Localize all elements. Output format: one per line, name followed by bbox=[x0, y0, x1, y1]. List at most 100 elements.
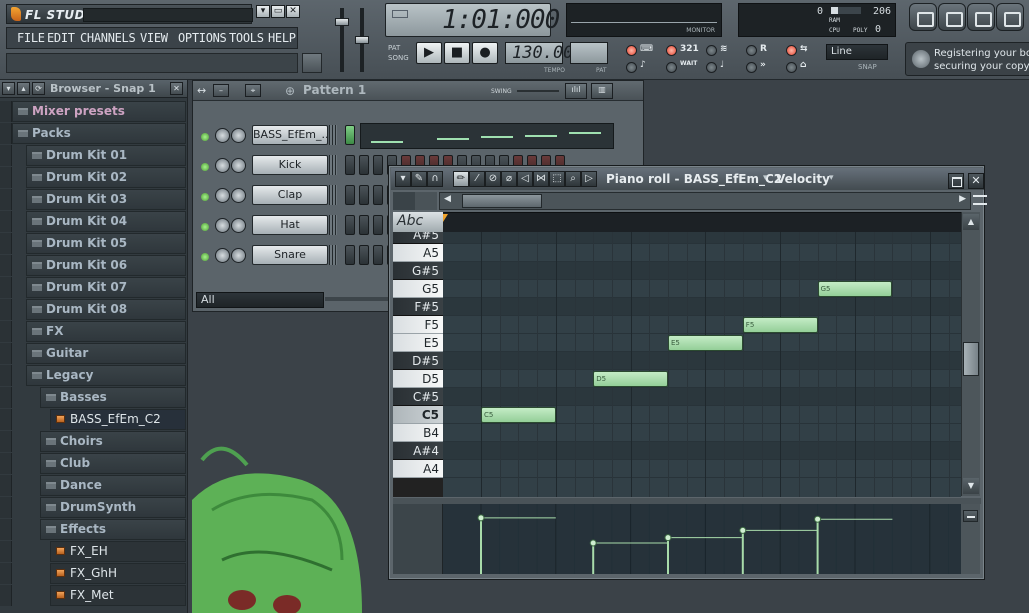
pattern-number-display[interactable] bbox=[570, 42, 608, 64]
note-block[interactable]: G5 bbox=[817, 281, 893, 297]
channel-select-grip[interactable] bbox=[329, 215, 337, 235]
channel-volume-knob[interactable] bbox=[231, 248, 246, 263]
wait-led[interactable] bbox=[666, 62, 677, 73]
pitch-scrollbar-thumb[interactable] bbox=[963, 342, 979, 376]
menu-options[interactable]: OPTIONS bbox=[178, 31, 227, 45]
master-volume-handle[interactable] bbox=[335, 18, 349, 26]
browser-folder-item[interactable]: Legacy bbox=[0, 365, 187, 386]
channel-name-button[interactable]: Hat bbox=[252, 215, 328, 235]
step-button[interactable] bbox=[359, 215, 369, 235]
channel-filter-select[interactable]: All bbox=[196, 292, 324, 308]
velocity-event-editor[interactable] bbox=[443, 504, 987, 574]
channel-select-led[interactable] bbox=[345, 125, 355, 145]
playhead-marker-icon[interactable] bbox=[443, 214, 451, 222]
countdown-led[interactable] bbox=[666, 45, 677, 56]
menu-channels[interactable]: CHANNELS bbox=[80, 31, 136, 45]
browser-folder-item[interactable]: Drum Kit 06 bbox=[0, 255, 187, 276]
swing-slider[interactable] bbox=[517, 90, 559, 92]
title-dropdown-icon[interactable]: ▾ bbox=[763, 173, 768, 183]
step-button[interactable] bbox=[373, 215, 383, 235]
step-button[interactable] bbox=[373, 185, 383, 205]
select-tool-icon[interactable]: ⬚ bbox=[549, 171, 565, 187]
song-mode-icon[interactable]: ⌂ bbox=[800, 60, 806, 71]
piano-roll-menu-icon[interactable]: ▾ bbox=[395, 171, 411, 187]
step-editing-led[interactable] bbox=[706, 62, 717, 73]
slice-tool-icon[interactable]: ⋈ bbox=[533, 171, 549, 187]
scroll-led[interactable] bbox=[746, 62, 757, 73]
velocity-handle[interactable] bbox=[589, 539, 597, 547]
channel-select-grip[interactable] bbox=[329, 125, 337, 145]
step-sequencer-window-icon[interactable] bbox=[938, 3, 966, 31]
piano-key[interactable]: G#5 bbox=[393, 262, 443, 280]
scroll-left-icon[interactable]: ◀ bbox=[444, 194, 451, 204]
typing-keyboard-led[interactable] bbox=[626, 45, 637, 56]
note-grid[interactable]: C5 D5 E5 F5 G5 bbox=[443, 232, 961, 497]
browser-folder-item[interactable]: DrumSynth bbox=[0, 497, 187, 518]
channel-pan-knob[interactable] bbox=[215, 158, 230, 173]
song-position-display[interactable]: 1:01:000 bbox=[385, 3, 560, 37]
channel-pan-knob[interactable] bbox=[215, 218, 230, 233]
rack-view-icon[interactable]: – bbox=[213, 84, 229, 97]
speaker-tool-icon[interactable]: ◁ bbox=[517, 171, 533, 187]
browser-folder-item[interactable]: Drum Kit 02 bbox=[0, 167, 187, 188]
piano-key[interactable]: B4 bbox=[393, 424, 443, 442]
piano-key[interactable]: E5 bbox=[393, 334, 443, 352]
tempo-display[interactable]: 130.000 bbox=[505, 42, 584, 64]
loop-recording-icon[interactable]: R bbox=[760, 44, 767, 55]
browser-folder-item[interactable]: Drum Kit 01 bbox=[0, 145, 187, 166]
step-button[interactable] bbox=[345, 245, 355, 265]
maximize-icon[interactable] bbox=[948, 173, 964, 189]
browser-folder-item[interactable]: Guitar bbox=[0, 343, 187, 364]
wait-label[interactable]: WAIT bbox=[680, 60, 697, 71]
browser-folder-item[interactable]: Club bbox=[0, 453, 187, 474]
channel-pan-knob[interactable] bbox=[215, 248, 230, 263]
playlist-window-icon[interactable] bbox=[909, 3, 937, 31]
menu-help[interactable]: HELP bbox=[268, 31, 296, 45]
song-mode-label[interactable]: SONG bbox=[388, 54, 409, 62]
channel-mute-led[interactable] bbox=[201, 223, 209, 231]
step-button[interactable] bbox=[359, 155, 369, 175]
channel-name-button[interactable]: Clap bbox=[252, 185, 328, 205]
browser-folder-item[interactable]: Drum Kit 05 bbox=[0, 233, 187, 254]
velocity-handle[interactable] bbox=[664, 534, 672, 542]
multilink-icon[interactable]: ⇆ bbox=[800, 44, 808, 55]
pattern-add-icon[interactable]: ⊕ bbox=[285, 84, 295, 98]
note-block[interactable]: D5 bbox=[593, 371, 668, 387]
piano-roll-close-icon[interactable]: ✕ bbox=[968, 173, 984, 189]
keyboard-editor-icon[interactable]: ▥ bbox=[591, 83, 613, 99]
channel-name-button[interactable]: Kick bbox=[252, 155, 328, 175]
channel-select-grip[interactable] bbox=[329, 185, 337, 205]
brush-tool-icon[interactable]: ⁄ bbox=[469, 171, 485, 187]
browser-folder-item[interactable]: Basses bbox=[0, 387, 187, 408]
menu-view[interactable]: VIEW bbox=[140, 31, 168, 45]
pencil-mode-icon[interactable] bbox=[415, 192, 437, 210]
loop-recording-led[interactable] bbox=[746, 45, 757, 56]
timeline-ruler[interactable] bbox=[443, 212, 961, 232]
mute-tool-icon[interactable]: ⌀ bbox=[501, 171, 517, 187]
piano-key[interactable]: D#5 bbox=[393, 352, 443, 370]
browser-folder-item[interactable]: Drum Kit 08 bbox=[0, 299, 187, 320]
metronome-icon[interactable]: ♪ bbox=[640, 60, 646, 71]
note-block[interactable]: C5 bbox=[481, 407, 556, 423]
snap-select[interactable]: Line bbox=[826, 44, 888, 60]
blend-recording-icon[interactable]: ≋ bbox=[720, 44, 728, 55]
blend-recording-led[interactable] bbox=[706, 45, 717, 56]
step-button[interactable] bbox=[373, 245, 383, 265]
channel-mute-led[interactable] bbox=[201, 133, 209, 141]
piano-key[interactable]: A#5 bbox=[393, 232, 443, 244]
browser-refresh-icon[interactable]: ⟳ bbox=[32, 82, 45, 95]
scroll-icon[interactable]: » bbox=[760, 60, 766, 71]
maximize-button[interactable]: ▭ bbox=[271, 5, 285, 18]
piano-roll-preview[interactable] bbox=[360, 123, 614, 149]
minimize-button[interactable]: ▾ bbox=[256, 5, 270, 18]
piano-key[interactable]: C#5 bbox=[393, 388, 443, 406]
step-button[interactable] bbox=[359, 185, 369, 205]
graph-editor-icon[interactable]: ılıl bbox=[565, 83, 587, 99]
step-button[interactable] bbox=[373, 155, 383, 175]
piano-key[interactable]: F5 bbox=[393, 316, 443, 334]
time-scrollbar-thumb[interactable] bbox=[462, 194, 542, 208]
browser-close-icon[interactable]: ✕ bbox=[170, 82, 183, 95]
typing-keyboard-icon[interactable]: ⌨ bbox=[640, 44, 653, 55]
stop-button[interactable]: ■ bbox=[444, 42, 470, 64]
browser-folder-item[interactable]: Effects bbox=[0, 519, 187, 540]
